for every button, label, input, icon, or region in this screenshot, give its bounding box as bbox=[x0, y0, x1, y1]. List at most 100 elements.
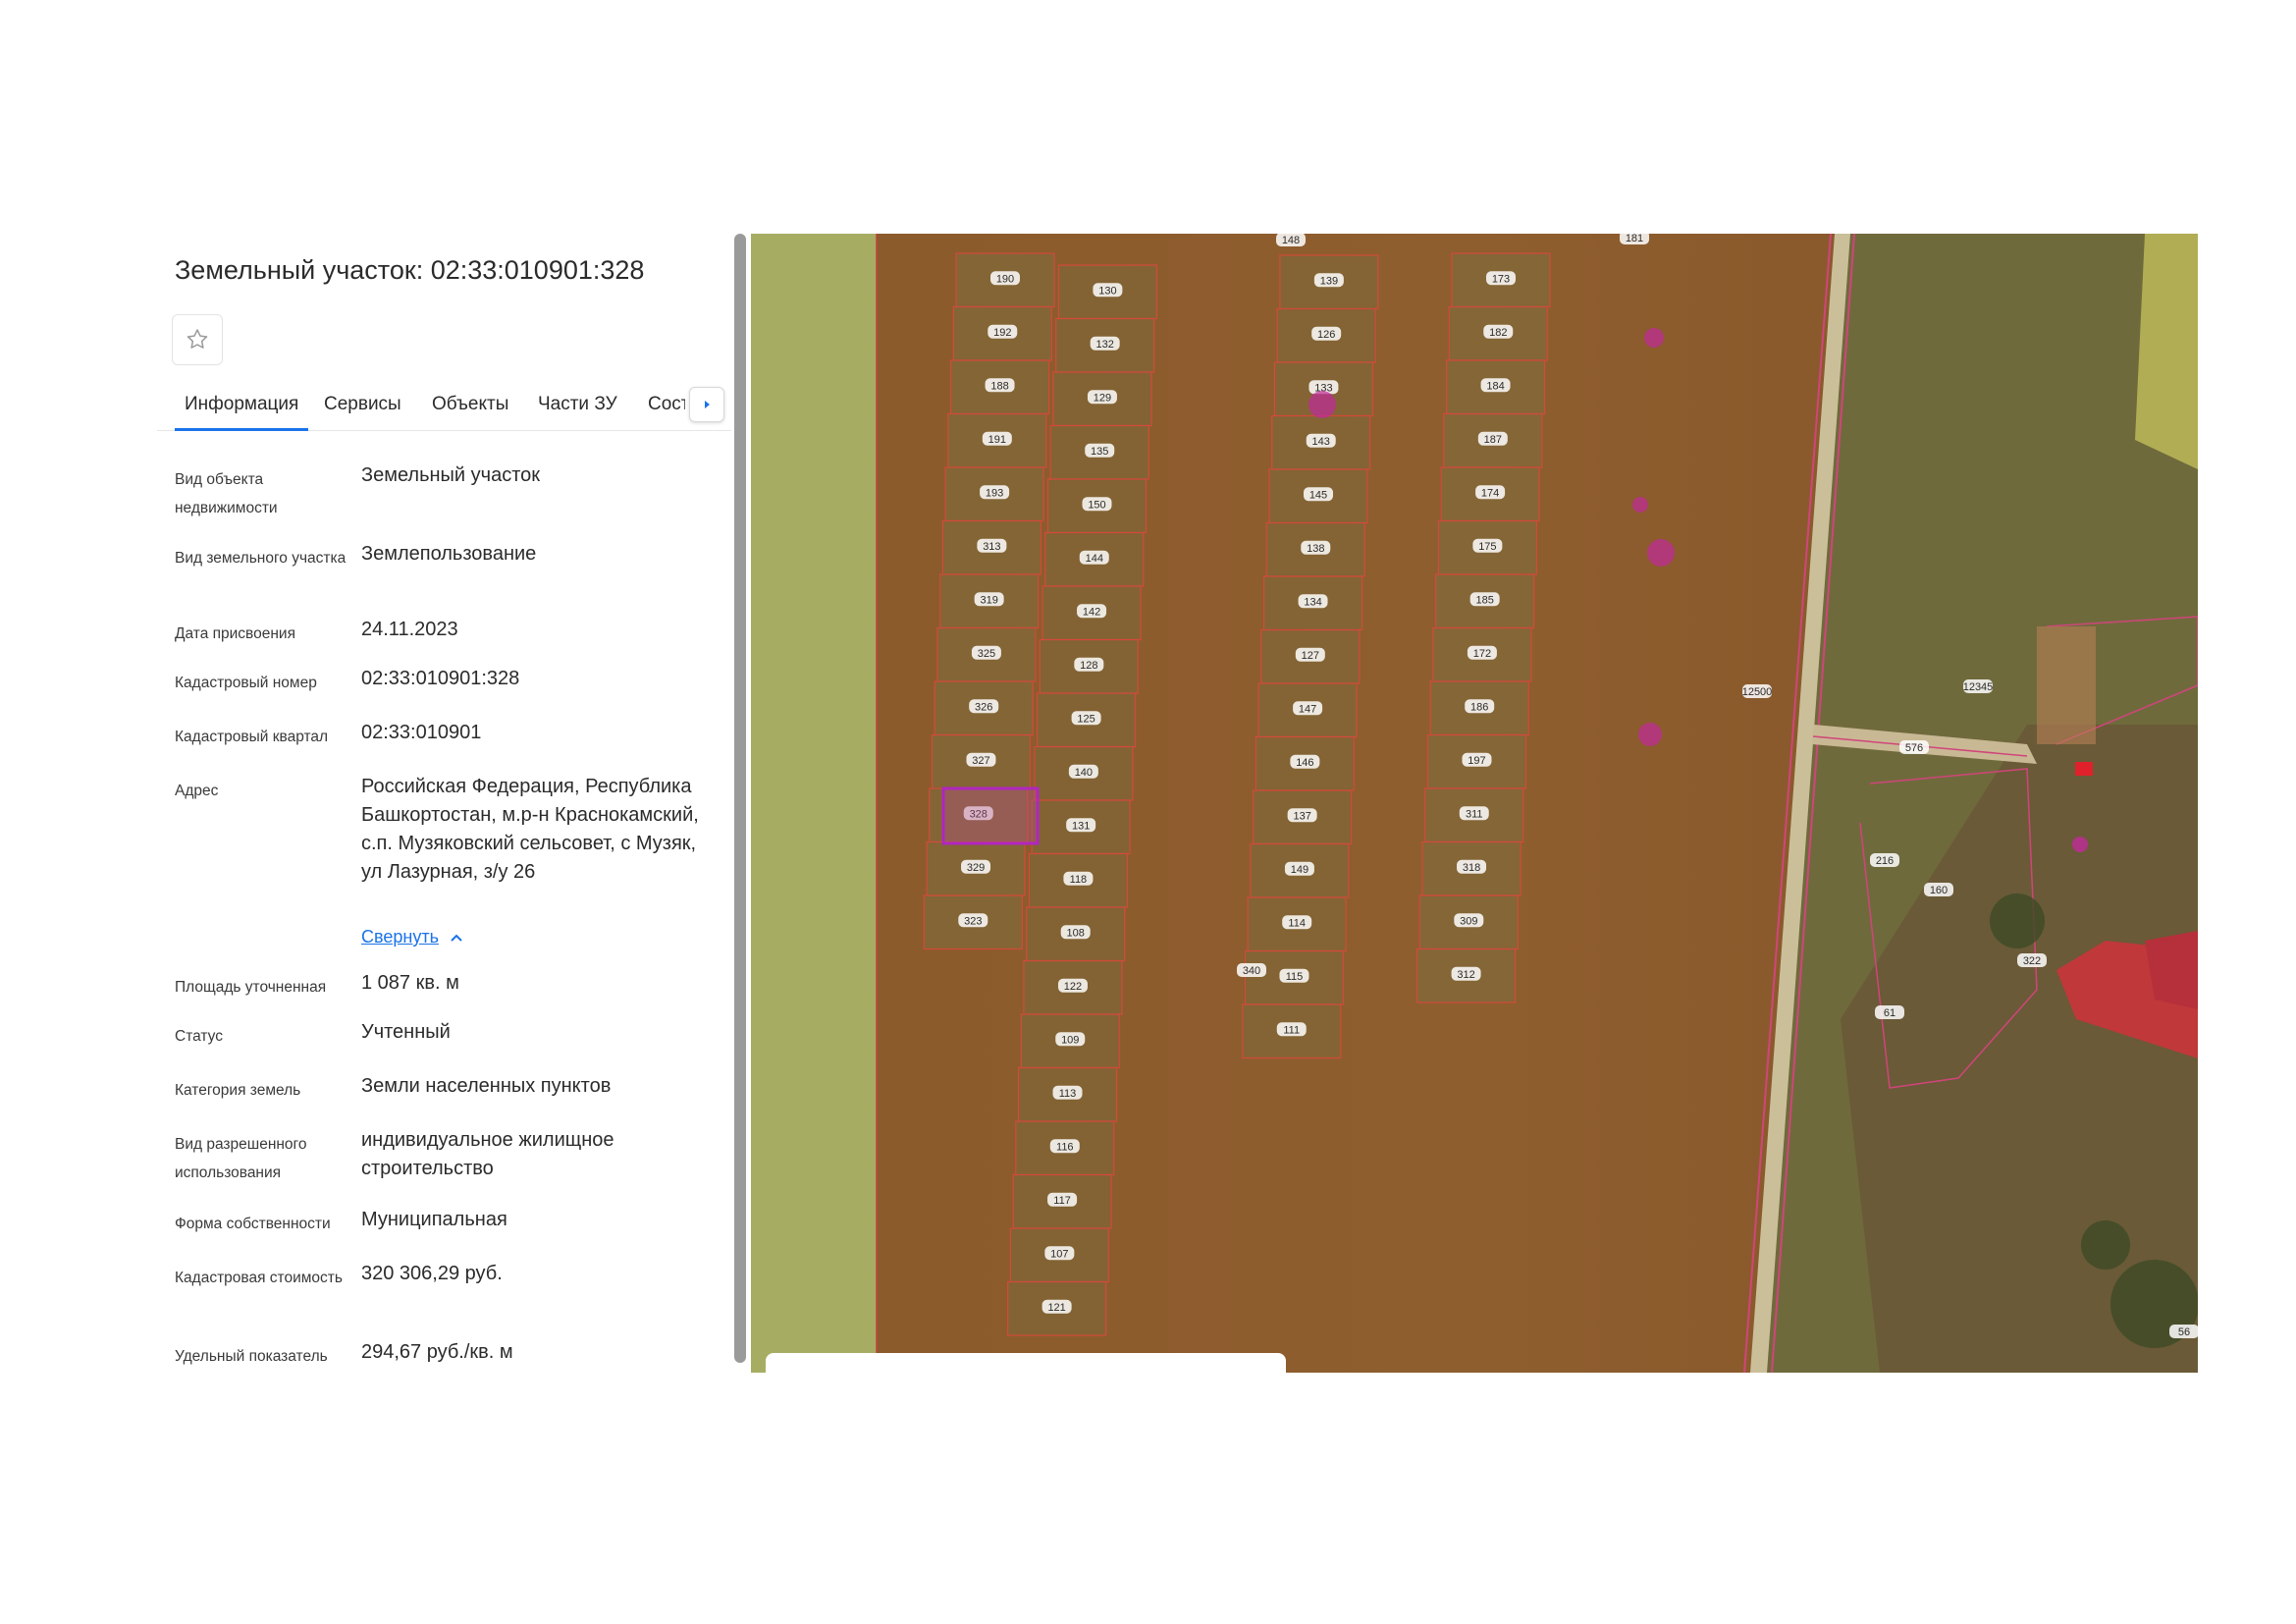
tab-objects[interactable]: Объекты bbox=[422, 381, 518, 428]
panel-scrollbar[interactable] bbox=[734, 234, 746, 1363]
plot-label[interactable]: 174 bbox=[1481, 487, 1499, 499]
plot-label[interactable]: 186 bbox=[1470, 701, 1488, 713]
plot-label[interactable]: 122 bbox=[1064, 981, 1082, 993]
row-label: Форма собственности bbox=[175, 1216, 331, 1232]
favorite-button[interactable] bbox=[172, 314, 223, 365]
plot-label[interactable]: 142 bbox=[1083, 606, 1100, 618]
row-label: Площадь уточненная bbox=[175, 979, 327, 996]
info-panel: Земельный участок: 02:33:010901:328 Инфо… bbox=[157, 234, 731, 1373]
plot-label[interactable]: 129 bbox=[1094, 392, 1111, 404]
chevron-up-icon[interactable] bbox=[448, 929, 465, 947]
plot-label[interactable]: 150 bbox=[1088, 499, 1105, 511]
plot-label[interactable]: 146 bbox=[1296, 757, 1313, 769]
map-bottom-card bbox=[766, 1353, 1286, 1373]
plot-label[interactable]: 134 bbox=[1304, 596, 1321, 608]
plot-label[interactable]: 109 bbox=[1061, 1034, 1079, 1046]
plot-label[interactable]: 327 bbox=[972, 755, 989, 767]
plot-label[interactable]: 191 bbox=[988, 434, 1006, 446]
plot-label[interactable]: 182 bbox=[1489, 327, 1507, 339]
plot-label[interactable]: 172 bbox=[1473, 648, 1491, 660]
tab-scroll-button[interactable] bbox=[689, 387, 724, 422]
plot-label[interactable]: 137 bbox=[1293, 810, 1310, 822]
plot-label[interactable]: 132 bbox=[1095, 339, 1113, 351]
plot-label[interactable]: 160 bbox=[1930, 885, 1948, 896]
tab-info[interactable]: Информация bbox=[175, 381, 309, 431]
row-label: Вид земельного участка bbox=[175, 550, 347, 567]
plot-label[interactable]: 325 bbox=[978, 648, 995, 660]
plot-label[interactable]: 311 bbox=[1466, 808, 1483, 820]
plot-label[interactable]: 149 bbox=[1291, 864, 1308, 876]
plot-label[interactable]: 138 bbox=[1307, 543, 1324, 555]
plot-label[interactable]: 61 bbox=[1884, 1007, 1896, 1019]
plot-label[interactable]: 322 bbox=[2023, 955, 2041, 967]
star-icon bbox=[187, 329, 208, 349]
plot-label[interactable]: 193 bbox=[986, 487, 1003, 499]
plot-label[interactable]: 216 bbox=[1876, 855, 1894, 867]
map-view[interactable]: 190 192 188 191 193 313 319 325 326 327 328 329 323 1… bbox=[751, 234, 2198, 1373]
plot-label[interactable]: 56 bbox=[2178, 1326, 2190, 1338]
plot-label[interactable]: 309 bbox=[1460, 915, 1477, 927]
plot-label[interactable]: 312 bbox=[1457, 969, 1474, 981]
plot-label[interactable]: 115 bbox=[1286, 971, 1304, 983]
plot-label[interactable]: 113 bbox=[1059, 1088, 1077, 1100]
plot-label[interactable]: 313 bbox=[983, 541, 1000, 553]
plot-label[interactable]: 144 bbox=[1086, 553, 1103, 565]
plot-label[interactable]: 340 bbox=[1243, 965, 1260, 977]
plot-label[interactable]: 190 bbox=[996, 273, 1014, 285]
plot-label[interactable]: 175 bbox=[1478, 541, 1496, 553]
plot-label[interactable]: 197 bbox=[1468, 755, 1485, 767]
plot-label[interactable]: 107 bbox=[1050, 1248, 1068, 1260]
plot-label[interactable]: 128 bbox=[1080, 660, 1097, 672]
plot-label[interactable]: 139 bbox=[1320, 275, 1338, 287]
plot-label[interactable]: 147 bbox=[1299, 703, 1316, 715]
collapse-link[interactable]: Свернуть bbox=[361, 927, 439, 947]
plot-label[interactable]: 118 bbox=[1070, 874, 1088, 886]
plot-label[interactable]: 323 bbox=[964, 915, 982, 927]
plot-label[interactable]: 117 bbox=[1053, 1195, 1071, 1207]
plot-label[interactable]: 319 bbox=[980, 594, 997, 606]
row-value: 24.11.2023 bbox=[361, 619, 458, 640]
selected-plot[interactable] bbox=[941, 786, 1040, 845]
plot-label[interactable]: 173 bbox=[1492, 273, 1510, 285]
row-value: Землепользование bbox=[361, 543, 537, 565]
plot-label[interactable]: 135 bbox=[1091, 446, 1108, 458]
road-label[interactable]: 576 bbox=[1905, 742, 1923, 754]
plot-label[interactable]: 318 bbox=[1463, 862, 1480, 874]
plot-label[interactable]: 145 bbox=[1309, 489, 1327, 501]
plot-label[interactable]: 121 bbox=[1047, 1302, 1065, 1314]
plot-label[interactable]: 108 bbox=[1067, 927, 1085, 939]
row-label: Дата присвоения bbox=[175, 625, 295, 642]
row-label: Адрес bbox=[175, 783, 219, 799]
plot-label[interactable]: 184 bbox=[1486, 380, 1504, 392]
plot-label[interactable]: 114 bbox=[1288, 917, 1306, 929]
tab-parts[interactable]: Части ЗУ bbox=[528, 381, 627, 428]
row-value: Земли населенных пунктов bbox=[361, 1075, 612, 1097]
plot-label[interactable]: 111 bbox=[1283, 1024, 1300, 1036]
plot-label[interactable]: 116 bbox=[1056, 1141, 1074, 1153]
road-label[interactable]: 12500 bbox=[1742, 686, 1773, 698]
plot-label[interactable]: 329 bbox=[967, 862, 985, 874]
plot-label[interactable]: 126 bbox=[1317, 329, 1335, 341]
map-canvas[interactable]: 1901921881911933133193253263273283293231… bbox=[751, 234, 2198, 1373]
row-value: 320 306,29 руб. bbox=[361, 1263, 503, 1284]
road-label[interactable]: 12345 bbox=[1963, 681, 1994, 693]
plot-label[interactable]: 131 bbox=[1072, 820, 1090, 832]
tab-services[interactable]: Сервисы bbox=[314, 381, 411, 428]
row-label: Категория земель bbox=[175, 1082, 301, 1099]
row-value: 1 087 кв. м bbox=[361, 972, 459, 994]
plot-label[interactable]: 192 bbox=[993, 327, 1011, 339]
plot-label[interactable]: 185 bbox=[1475, 594, 1493, 606]
chevron-right-icon bbox=[705, 401, 710, 408]
plot-label[interactable]: 181 bbox=[1626, 234, 1643, 244]
plot-label[interactable]: 187 bbox=[1484, 434, 1502, 446]
plot-label[interactable]: 127 bbox=[1302, 650, 1319, 662]
plot-label[interactable]: 140 bbox=[1075, 767, 1093, 779]
plot-label[interactable]: 143 bbox=[1312, 436, 1330, 448]
plot-label[interactable]: 125 bbox=[1077, 713, 1095, 725]
plot-label[interactable]: 326 bbox=[975, 701, 992, 713]
row-value: Муниципальная bbox=[361, 1209, 507, 1230]
plot-label[interactable]: 130 bbox=[1098, 285, 1116, 297]
plot-label[interactable]: 148 bbox=[1282, 235, 1300, 246]
plot-label[interactable]: 188 bbox=[990, 380, 1008, 392]
row-value: 294,67 руб./кв. м bbox=[361, 1341, 513, 1363]
